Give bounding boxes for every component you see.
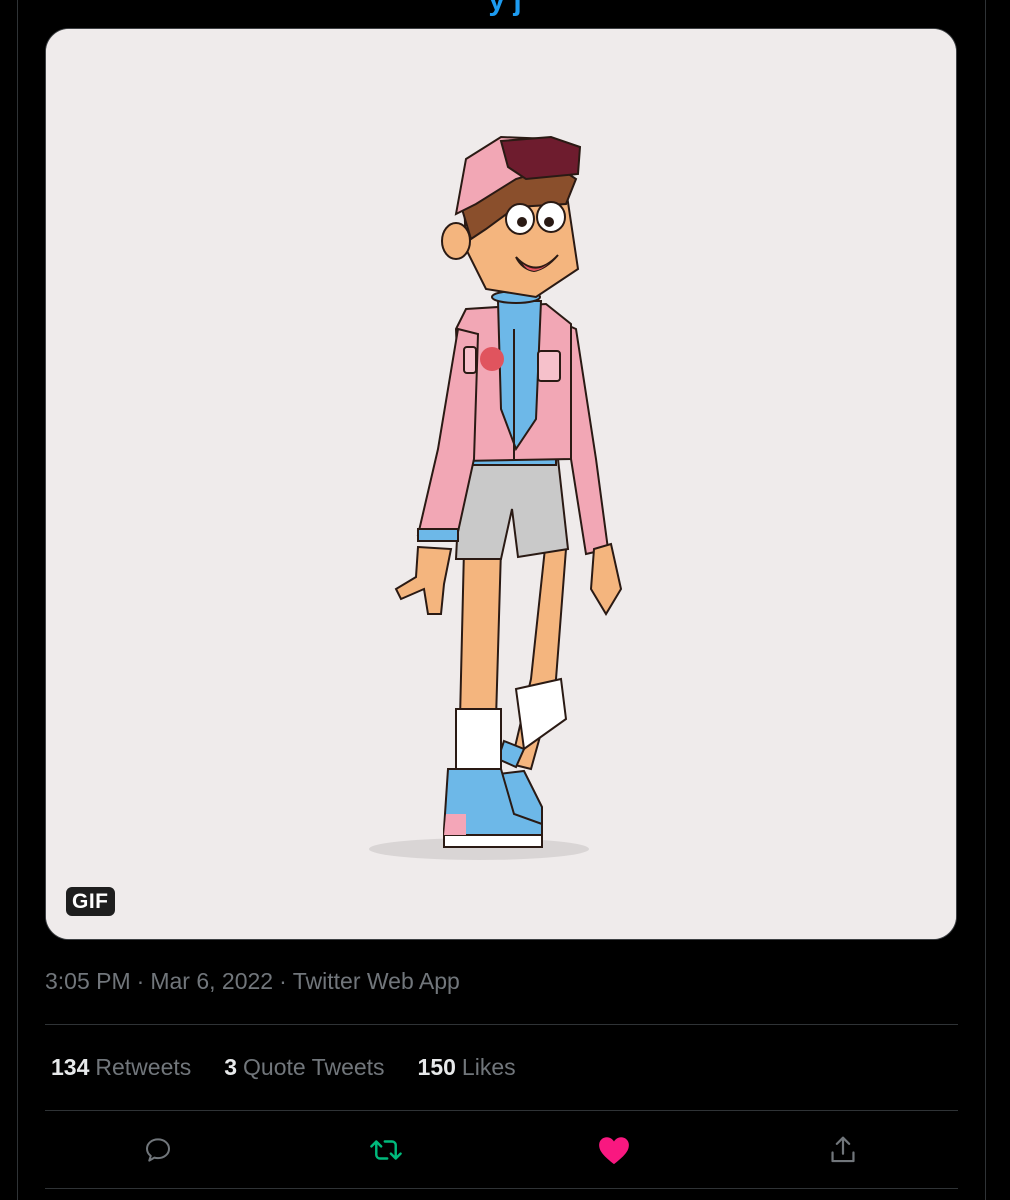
reply-icon bbox=[146, 1138, 170, 1162]
meta-separator: · bbox=[136, 968, 145, 994]
divider-bottom bbox=[45, 1188, 958, 1189]
share-icon bbox=[831, 1136, 855, 1163]
likes-label: Likes bbox=[461, 1054, 516, 1080]
tweet-text-clipped: y j bbox=[488, 0, 522, 17]
retweet-icon bbox=[370, 1140, 402, 1160]
like-button[interactable] bbox=[592, 1128, 636, 1172]
heart-icon bbox=[599, 1137, 629, 1165]
gif-character-illustration bbox=[46, 29, 956, 939]
tweet-date[interactable]: Mar 6, 2022 bbox=[150, 968, 273, 994]
likes-count: 150 bbox=[417, 1054, 456, 1080]
timeline-border-left bbox=[17, 0, 18, 1200]
quote-tweets-stat[interactable]: 3 Quote Tweets bbox=[224, 1054, 384, 1081]
divider-middle bbox=[45, 1110, 958, 1111]
tweet-source[interactable]: Twitter Web App bbox=[293, 968, 460, 994]
likes-stat[interactable]: 150 Likes bbox=[418, 1054, 516, 1081]
quote-tweets-label: Quote Tweets bbox=[243, 1054, 385, 1080]
divider-top bbox=[45, 1024, 958, 1025]
retweets-count: 134 bbox=[51, 1054, 90, 1080]
quote-tweets-count: 3 bbox=[224, 1054, 238, 1080]
tweet-stats: 134 Retweets 3 Quote Tweets 150 Likes bbox=[51, 1054, 516, 1081]
tweet-timestamp: 3:05 PM · Mar 6, 2022 · Twitter Web App bbox=[45, 968, 460, 995]
share-button[interactable] bbox=[821, 1128, 865, 1172]
reply-button[interactable] bbox=[136, 1128, 180, 1172]
meta-separator: · bbox=[279, 968, 287, 994]
retweets-label: Retweets bbox=[95, 1054, 192, 1080]
retweets-stat[interactable]: 134 Retweets bbox=[51, 1054, 191, 1081]
tweet-action-bar bbox=[0, 1128, 1010, 1172]
gif-badge: GIF bbox=[66, 887, 115, 916]
tweet-time[interactable]: 3:05 PM bbox=[45, 968, 131, 994]
retweet-button[interactable] bbox=[364, 1128, 408, 1172]
tweet-media-gif[interactable]: GIF bbox=[45, 28, 957, 940]
timeline-border-right bbox=[985, 0, 986, 1200]
